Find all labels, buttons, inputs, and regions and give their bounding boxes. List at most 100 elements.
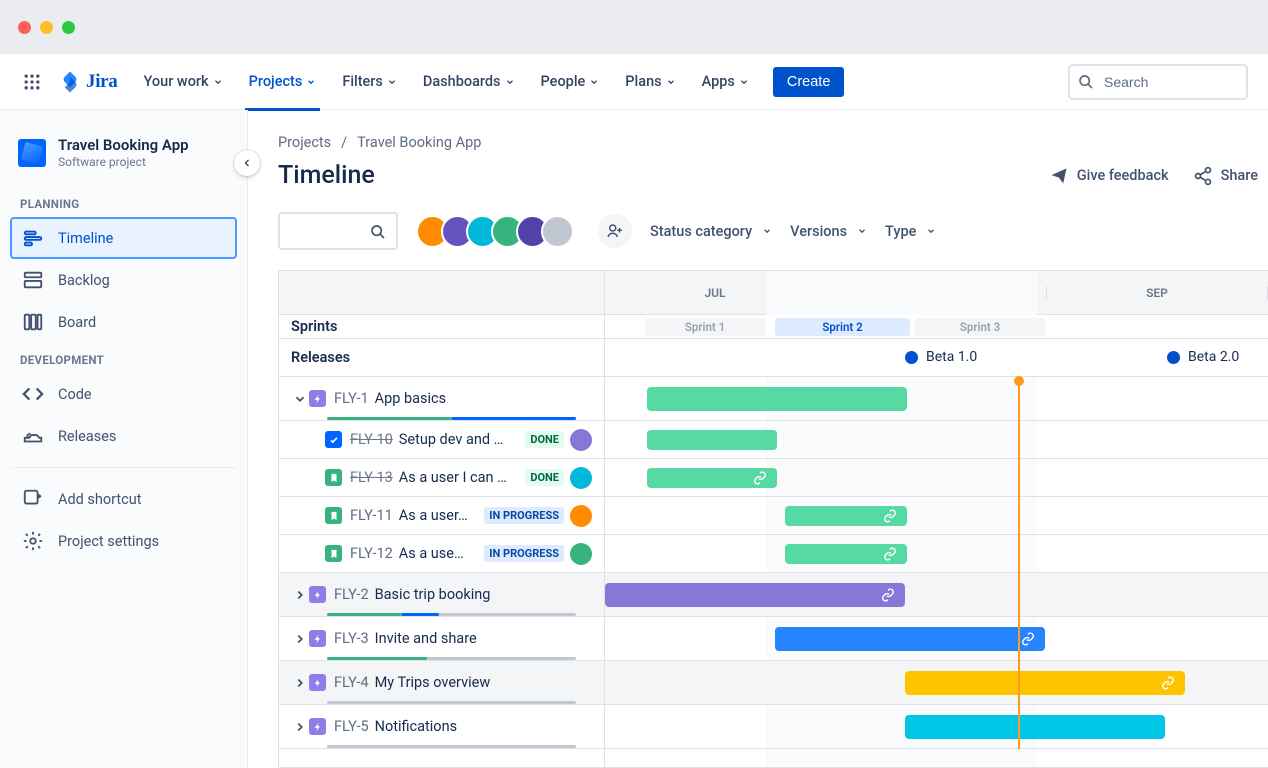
expand-arrow-icon[interactable] [291,588,309,602]
timeline-months: JULAUGSEP [605,271,1268,315]
timeline-bar[interactable] [785,506,907,526]
timeline-right-column: JULAUGSEP Sprint 1 Sprint 2 Sprint 3 Beta … [605,271,1268,767]
nav-item-dashboards[interactable]: Dashboards [415,67,523,96]
timeline-bar[interactable] [647,430,777,450]
window-maximize[interactable] [62,21,75,34]
sidebar-item-timeline[interactable]: Timeline [10,217,237,259]
issue-summary: Setup dev and … [399,431,504,448]
give-feedback-button[interactable]: Give feedback [1049,166,1169,186]
assignee-avatar[interactable] [570,429,592,451]
timeline-bar-row [605,421,1268,459]
window-close[interactable] [18,21,31,34]
sidebar-collapse-button[interactable] [234,150,260,176]
assignee-avatar[interactable] [570,467,592,489]
assignee-avatar[interactable] [570,543,592,565]
expand-arrow-icon[interactable] [291,676,309,690]
child-issue-row[interactable]: FLY-10 Setup dev and … DONE [279,421,604,459]
nav-item-your-work[interactable]: Your work [136,67,231,96]
sprint-chip[interactable]: Sprint 1 [645,318,765,336]
breadcrumb: Projects / Travel Booking App [278,134,1268,151]
jira-logo[interactable]: Jira [58,70,118,94]
breadcrumb-item[interactable]: Projects [278,134,331,151]
epic-icon [309,718,326,735]
issue-key[interactable]: FLY-12 [350,545,393,562]
search-input[interactable] [1068,64,1248,100]
window-minimize[interactable] [40,21,53,34]
global-search[interactable] [1068,64,1248,100]
epic-icon [309,586,326,603]
timeline-bar[interactable] [647,387,907,411]
app-switcher-icon[interactable] [20,70,44,94]
expand-arrow-icon[interactable] [291,392,309,406]
child-issue-row[interactable]: FLY-11As a user…IN PROGRESS [279,497,604,535]
epic-row[interactable]: FLY-5Notifications [279,705,604,749]
sidebar-item-board[interactable]: Board [10,301,237,343]
sidebar-item-releases[interactable]: Releases [10,415,237,457]
sprint-chip[interactable]: Sprint 3 [915,318,1045,336]
child-issue-row[interactable]: FLY-12As a use…IN PROGRESS [279,535,604,573]
release-marker[interactable]: Beta 2.0 [1167,349,1239,365]
add-people-button[interactable] [598,214,632,248]
project-header[interactable]: Travel Booking App Software project [10,132,237,187]
timeline-bar[interactable] [605,583,905,607]
month-header: AUG [826,286,1047,300]
sprint-chip[interactable]: Sprint 2 [775,318,910,336]
issue-key[interactable]: FLY-11 [350,507,393,524]
share-button[interactable]: Share [1193,166,1258,186]
timeline-bar[interactable] [905,671,1185,695]
epic-row[interactable]: FLY-3Invite and share [279,617,604,661]
sidebar-item-settings[interactable]: Project settings [10,520,237,562]
expand-arrow-icon[interactable] [291,632,309,646]
create-button[interactable]: Create [773,67,845,97]
timeline-bar-row [605,661,1268,705]
sidebar-item-label: Timeline [58,230,113,247]
release-marker[interactable]: Beta 1.0 [905,349,977,365]
nav-item-filters[interactable]: Filters [334,67,405,96]
breadcrumb-item[interactable]: Travel Booking App [357,134,481,151]
timeline-bar[interactable] [647,468,777,488]
filter-bar: Status category Versions Type [278,212,1268,250]
timeline-bar[interactable] [775,627,1045,651]
nav-item-projects[interactable]: Projects [241,67,325,96]
sidebar-item-label: Backlog [58,272,110,289]
epic-row[interactable]: FLY-2Basic trip booking [279,573,604,617]
timeline-header-spacer [279,271,604,315]
assignee-avatar[interactable] [570,505,592,527]
filter-search[interactable] [278,212,398,250]
expand-arrow-icon[interactable] [291,720,309,734]
issue-key[interactable]: FLY-3 [334,630,369,647]
issue-key[interactable]: FLY-5 [334,718,369,735]
status-lozenge: DONE [525,469,564,486]
project-name: Travel Booking App [58,136,189,154]
timeline-bar-row [605,617,1268,661]
nav-item-apps[interactable]: Apps [694,67,757,96]
type-dropdown[interactable]: Type [885,223,936,240]
issue-key[interactable]: FLY-10 [350,431,393,448]
timeline-bar-row [605,573,1268,617]
sidebar-item-label: Board [58,314,96,331]
progress-bar [327,417,576,420]
sidebar-item-backlog[interactable]: Backlog [10,259,237,301]
nav-item-plans[interactable]: Plans [617,67,683,96]
window-titlebar [0,0,1268,54]
versions-dropdown[interactable]: Versions [790,223,867,240]
status-category-dropdown[interactable]: Status category [650,223,772,240]
issue-key[interactable]: FLY-1 [334,390,369,407]
sidebar-item-add-shortcut[interactable]: Add shortcut [10,478,237,520]
issue-summary: As a user I can … [399,469,507,486]
story-icon [325,507,342,524]
timeline-bar[interactable] [785,544,907,564]
epic-row[interactable]: FLY-4My Trips overview [279,661,604,705]
issue-key[interactable]: FLY-2 [334,586,369,603]
status-lozenge: DONE [525,431,564,448]
nav-item-people[interactable]: People [533,67,608,96]
issue-key[interactable]: FLY-13 [350,469,393,486]
sprints-row-header: Sprints [279,315,604,339]
sidebar-item-code[interactable]: Code [10,373,237,415]
epic-row[interactable]: FLY-1App basics [279,377,604,421]
timeline-bar[interactable] [905,715,1165,739]
avatar[interactable] [541,215,574,248]
issue-key[interactable]: FLY-4 [334,674,369,691]
story-icon [325,469,342,486]
child-issue-row[interactable]: FLY-13 As a user I can … DONE [279,459,604,497]
